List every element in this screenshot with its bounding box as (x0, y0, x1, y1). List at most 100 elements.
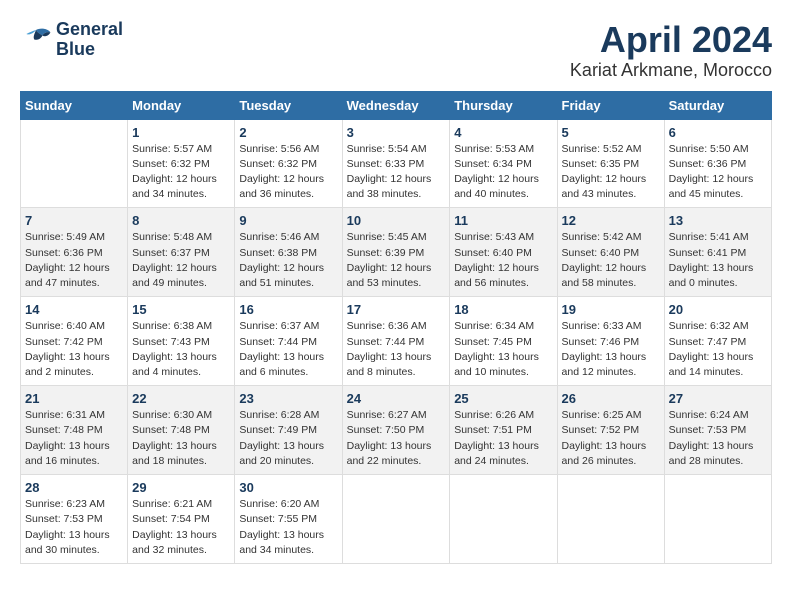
calendar-day-cell: 11 Sunrise: 5:43 AMSunset: 6:40 PMDayligh… (450, 208, 557, 297)
calendar-day-cell: 26Sunrise: 6:25 AMSunset: 7:52 PMDayligh… (557, 386, 664, 475)
calendar-day-cell: 8Sunrise: 5:48 AMSunset: 6:37 PMDaylight… (128, 208, 235, 297)
calendar-day-cell: 20Sunrise: 6:32 AMSunset: 7:47 PMDayligh… (664, 297, 771, 386)
calendar-week-row: 21Sunrise: 6:31 AMSunset: 7:48 PMDayligh… (21, 386, 772, 475)
day-number: 15 (132, 302, 230, 317)
calendar-day-cell: 18 Sunrise: 6:34 AMSunset: 7:45 PMDayligh… (450, 297, 557, 386)
day-info: Sunrise: 6:24 AMSunset: 7:53 PMDaylight:… (669, 408, 767, 469)
day-info: Sunrise: 5:45 AMSunset: 6:39 PMDaylight:… (347, 230, 446, 291)
day-number: 3 (347, 125, 446, 140)
day-info: Sunrise: 5:53 AMSunset: 6:34 PMDaylight:… (454, 142, 552, 203)
header-thursday: Thursday (450, 91, 557, 119)
day-number: 6 (669, 125, 767, 140)
day-info: Sunrise: 5:57 AMSunset: 6:32 PMDaylight:… (132, 142, 230, 203)
logo-line2: Blue (56, 40, 123, 60)
day-info: Sunrise: 5:54 AMSunset: 6:33 PMDaylight:… (347, 142, 446, 203)
day-number: 21 (25, 391, 123, 406)
day-number: 13 (669, 213, 767, 228)
logo-bird-icon (20, 26, 52, 54)
calendar-day-cell (21, 119, 128, 208)
weekday-header-row: Sunday Monday Tuesday Wednesday Thursday… (21, 91, 772, 119)
day-number: 2 (239, 125, 337, 140)
calendar-day-cell: 21Sunrise: 6:31 AMSunset: 7:48 PMDayligh… (21, 386, 128, 475)
calendar-week-row: 7 Sunrise: 5:49 AMSunset: 6:36 PMDaylight… (21, 208, 772, 297)
day-info: Sunrise: 6:38 AMSunset: 7:43 PMDaylight:… (132, 319, 230, 380)
day-number: 19 (562, 302, 660, 317)
day-number: 17 (347, 302, 446, 317)
calendar-day-cell: 27 Sunrise: 6:24 AMSunset: 7:53 PMDayligh… (664, 386, 771, 475)
day-number: 25 (454, 391, 552, 406)
calendar-day-cell: 22 Sunrise: 6:30 AMSunset: 7:48 PMDayligh… (128, 386, 235, 475)
logo-text: General Blue (56, 20, 123, 60)
day-number: 23 (239, 391, 337, 406)
logo: General Blue (20, 20, 123, 60)
calendar-day-cell: 19 Sunrise: 6:33 AMSunset: 7:46 PMDayligh… (557, 297, 664, 386)
calendar-day-cell (342, 475, 450, 564)
day-number: 12 (562, 213, 660, 228)
day-number: 20 (669, 302, 767, 317)
day-number: 1 (132, 125, 230, 140)
day-info: Sunrise: 5:49 AMSunset: 6:36 PMDaylight:… (25, 230, 123, 291)
day-info: Sunrise: 6:26 AMSunset: 7:51 PMDaylight:… (454, 408, 552, 469)
day-info: Sunrise: 5:46 AMSunset: 6:38 PMDaylight:… (239, 230, 337, 291)
calendar-week-row: 1 Sunrise: 5:57 AMSunset: 6:32 PMDaylight… (21, 119, 772, 208)
day-info: Sunrise: 5:48 AMSunset: 6:37 PMDaylight:… (132, 230, 230, 291)
day-info: Sunrise: 6:40 AMSunset: 7:42 PMDaylight:… (25, 319, 123, 380)
calendar-day-cell: 17 Sunrise: 6:36 AMSunset: 7:44 PMDayligh… (342, 297, 450, 386)
day-number: 11 (454, 213, 552, 228)
day-info: Sunrise: 6:21 AMSunset: 7:54 PMDaylight:… (132, 497, 230, 558)
day-number: 28 (25, 480, 123, 495)
day-info: Sunrise: 5:43 AMSunset: 6:40 PMDaylight:… (454, 230, 552, 291)
day-number: 29 (132, 480, 230, 495)
day-info: Sunrise: 5:50 AMSunset: 6:36 PMDaylight:… (669, 142, 767, 203)
header-monday: Monday (128, 91, 235, 119)
calendar-day-cell: 2 Sunrise: 5:56 AMSunset: 6:32 PMDaylight… (235, 119, 342, 208)
calendar-day-cell: 6 Sunrise: 5:50 AMSunset: 6:36 PMDaylight… (664, 119, 771, 208)
calendar-day-cell: 28Sunrise: 6:23 AMSunset: 7:53 PMDayligh… (21, 475, 128, 564)
calendar-day-cell: 14Sunrise: 6:40 AMSunset: 7:42 PMDayligh… (21, 297, 128, 386)
day-number: 7 (25, 213, 123, 228)
day-info: Sunrise: 6:33 AMSunset: 7:46 PMDaylight:… (562, 319, 660, 380)
calendar-day-cell: 25 Sunrise: 6:26 AMSunset: 7:51 PMDayligh… (450, 386, 557, 475)
calendar-week-row: 14Sunrise: 6:40 AMSunset: 7:42 PMDayligh… (21, 297, 772, 386)
calendar-day-cell: 7 Sunrise: 5:49 AMSunset: 6:36 PMDaylight… (21, 208, 128, 297)
calendar-day-cell: 4 Sunrise: 5:53 AMSunset: 6:34 PMDaylight… (450, 119, 557, 208)
header-wednesday: Wednesday (342, 91, 450, 119)
day-number: 27 (669, 391, 767, 406)
calendar-day-cell: 23Sunrise: 6:28 AMSunset: 7:49 PMDayligh… (235, 386, 342, 475)
day-number: 4 (454, 125, 552, 140)
day-info: Sunrise: 5:42 AMSunset: 6:40 PMDaylight:… (562, 230, 660, 291)
day-number: 5 (562, 125, 660, 140)
calendar-day-cell: 13Sunrise: 5:41 AMSunset: 6:41 PMDayligh… (664, 208, 771, 297)
calendar-day-cell: 15 Sunrise: 6:38 AMSunset: 7:43 PMDayligh… (128, 297, 235, 386)
calendar-table: Sunday Monday Tuesday Wednesday Thursday… (20, 91, 772, 564)
header-sunday: Sunday (21, 91, 128, 119)
calendar-day-cell (450, 475, 557, 564)
page-container: General Blue April 2024 Kariat Arkmane, … (20, 20, 772, 564)
day-info: Sunrise: 6:36 AMSunset: 7:44 PMDaylight:… (347, 319, 446, 380)
title-section: April 2024 Kariat Arkmane, Morocco (570, 20, 772, 81)
day-number: 22 (132, 391, 230, 406)
calendar-week-row: 28Sunrise: 6:23 AMSunset: 7:53 PMDayligh… (21, 475, 772, 564)
day-info: Sunrise: 6:30 AMSunset: 7:48 PMDaylight:… (132, 408, 230, 469)
header-saturday: Saturday (664, 91, 771, 119)
day-number: 18 (454, 302, 552, 317)
calendar-day-cell: 9 Sunrise: 5:46 AMSunset: 6:38 PMDaylight… (235, 208, 342, 297)
header-tuesday: Tuesday (235, 91, 342, 119)
calendar-day-cell: 24Sunrise: 6:27 AMSunset: 7:50 PMDayligh… (342, 386, 450, 475)
day-info: Sunrise: 6:20 AMSunset: 7:55 PMDaylight:… (239, 497, 337, 558)
calendar-day-cell: 16Sunrise: 6:37 AMSunset: 7:44 PMDayligh… (235, 297, 342, 386)
location-title: Kariat Arkmane, Morocco (570, 60, 772, 81)
calendar-day-cell: 10Sunrise: 5:45 AMSunset: 6:39 PMDayligh… (342, 208, 450, 297)
day-number: 16 (239, 302, 337, 317)
day-number: 24 (347, 391, 446, 406)
header-friday: Friday (557, 91, 664, 119)
day-info: Sunrise: 6:25 AMSunset: 7:52 PMDaylight:… (562, 408, 660, 469)
logo-line1: General (56, 20, 123, 40)
day-info: Sunrise: 6:34 AMSunset: 7:45 PMDaylight:… (454, 319, 552, 380)
calendar-day-cell (557, 475, 664, 564)
calendar-day-cell (664, 475, 771, 564)
day-number: 9 (239, 213, 337, 228)
calendar-day-cell: 3 Sunrise: 5:54 AMSunset: 6:33 PMDaylight… (342, 119, 450, 208)
day-info: Sunrise: 5:56 AMSunset: 6:32 PMDaylight:… (239, 142, 337, 203)
calendar-day-cell: 12 Sunrise: 5:42 AMSunset: 6:40 PMDayligh… (557, 208, 664, 297)
